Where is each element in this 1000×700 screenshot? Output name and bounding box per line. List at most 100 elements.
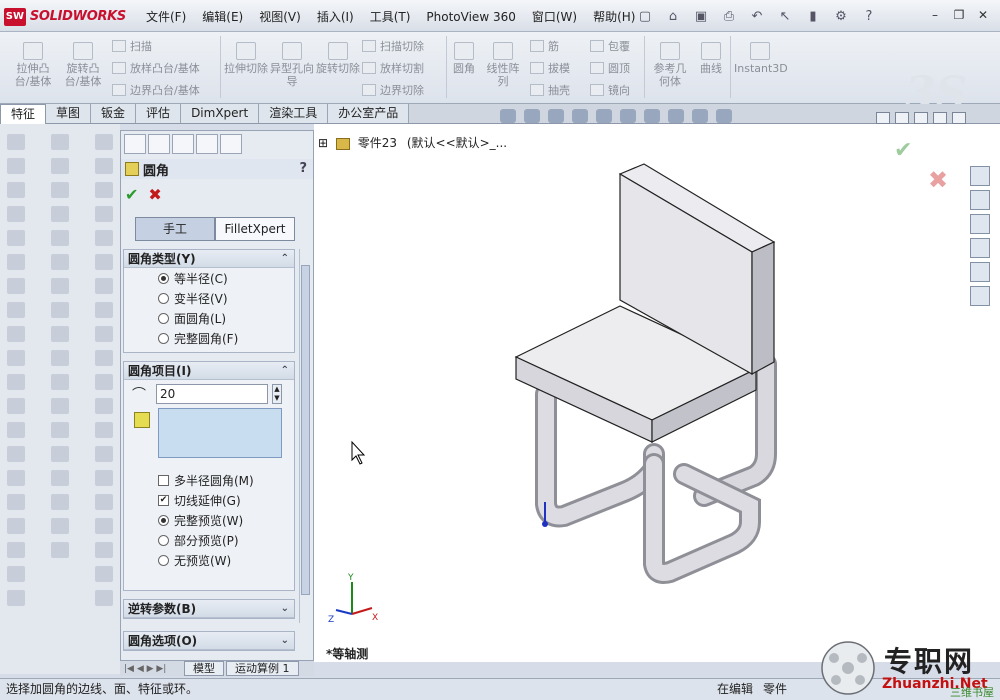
tool-icon[interactable] [7, 374, 25, 390]
tab-dimxpert[interactable]: DimXpert [181, 104, 260, 123]
tool-icon[interactable] [95, 230, 113, 246]
tool-icon[interactable] [95, 470, 113, 486]
cancel-x-icon[interactable]: ✖ [148, 185, 161, 204]
partial-preview-option[interactable]: 部分预览(P) [124, 530, 294, 550]
tool-icon[interactable] [7, 590, 25, 606]
group-header[interactable]: 圆角类型(Y) ⌃ [124, 250, 294, 268]
sweep-button[interactable]: 扫描 [112, 38, 152, 54]
tool-icon[interactable] [95, 590, 113, 606]
undo-icon[interactable]: ↶ [746, 6, 768, 26]
collapse-chevron-icon[interactable]: ⌃ [281, 362, 289, 380]
radius-input[interactable]: 20 [156, 384, 268, 404]
hide-show-icon[interactable] [644, 109, 660, 123]
tool-icon[interactable] [7, 134, 25, 150]
close-icon[interactable]: ✕ [973, 6, 993, 24]
tangent-propagation-option[interactable]: ✔ 切线延伸(G) [124, 490, 294, 510]
tool-icon[interactable] [51, 134, 69, 150]
tab-scroll-arrows[interactable]: |◀ ◀ ▶ ▶| [120, 664, 184, 674]
tool-icon[interactable] [51, 350, 69, 366]
tool-icon[interactable] [51, 254, 69, 270]
tool-icon[interactable] [51, 446, 69, 462]
full-round-option[interactable]: 完整圆角(F) [124, 328, 294, 348]
loft-button[interactable]: 放样凸台/基体 [112, 60, 200, 76]
appearances-icon[interactable] [970, 262, 990, 282]
edit-appearance-icon[interactable] [668, 109, 684, 123]
tool-icon[interactable] [7, 326, 25, 342]
ok-check-icon[interactable]: ✔ [125, 185, 138, 204]
tab-features[interactable]: 特征 [0, 104, 47, 125]
tool-icon[interactable] [7, 182, 25, 198]
group-header[interactable]: 圆角项目(I) ⌃ [124, 362, 294, 380]
loft-cut-button[interactable]: 放样切割 [362, 60, 424, 76]
filletxpert-mode-tab[interactable]: FilletXpert [215, 217, 295, 241]
revolve-boss-button[interactable]: 旋转凸台/基体 [60, 42, 106, 88]
rib-button[interactable]: 筋 [530, 38, 559, 54]
viewport-minimize-icon[interactable] [914, 112, 928, 124]
restore-icon[interactable]: ❐ [949, 6, 969, 24]
collapse-chevron-icon[interactable]: ⌃ [281, 250, 289, 268]
revolve-cut-button[interactable]: 旋转切除 [316, 42, 360, 75]
constant-radius-option[interactable]: 等半径(C) [124, 268, 294, 288]
tool-icon[interactable] [7, 158, 25, 174]
help-button[interactable]: ? [299, 161, 307, 176]
instant3d-button[interactable]: Instant3D [734, 42, 788, 75]
full-preview-option[interactable]: 完整预览(W) [124, 510, 294, 530]
tab-office-products[interactable]: 办公室产品 [328, 104, 410, 123]
view-settings-icon[interactable] [716, 109, 732, 123]
view-palette-icon[interactable] [970, 238, 990, 258]
hole-wizard-button[interactable]: 异型孔向导 [270, 42, 314, 88]
checkbox-checked[interactable]: ✔ [158, 494, 169, 506]
radio[interactable] [158, 312, 169, 324]
menu-edit[interactable]: 编辑(E) [194, 8, 251, 26]
boundary-cut-button[interactable]: 边界切除 [362, 82, 424, 98]
tool-icon[interactable] [51, 278, 69, 294]
tool-icon[interactable] [7, 446, 25, 462]
tool-icon[interactable] [7, 278, 25, 294]
tool-icon[interactable] [95, 254, 113, 270]
fillet-button[interactable]: 圆角 [450, 42, 478, 75]
dome-button[interactable]: 圆顶 [590, 60, 630, 76]
menu-photoview[interactable]: PhotoView 360 [418, 8, 523, 26]
tool-icon[interactable] [95, 326, 113, 342]
expand-icon[interactable]: ⊞ [318, 136, 328, 150]
tool-icon[interactable] [95, 566, 113, 582]
tool-icon[interactable] [51, 470, 69, 486]
open-icon[interactable]: ⌂ [662, 6, 684, 26]
curves-button[interactable]: 曲线 [694, 42, 728, 75]
tool-icon[interactable] [95, 278, 113, 294]
tool-icon[interactable] [95, 422, 113, 438]
tab-model[interactable]: 模型 [184, 661, 224, 676]
radio[interactable] [158, 292, 169, 304]
tool-icon[interactable] [95, 542, 113, 558]
radius-spinner[interactable]: ▲ ▼ [272, 384, 282, 404]
tab-sketch[interactable]: 草图 [46, 104, 92, 123]
tool-icon[interactable] [7, 230, 25, 246]
radio[interactable] [158, 534, 169, 546]
setback-group[interactable]: 逆转参数(B) ⌄ [123, 599, 295, 619]
scrollbar-thumb[interactable] [301, 265, 310, 595]
multi-radius-option[interactable]: 多半径圆角(M) [124, 470, 294, 490]
print-icon[interactable]: ⎙ [718, 6, 740, 26]
tool-icon[interactable] [7, 518, 25, 534]
tab-evaluate[interactable]: 评估 [136, 104, 182, 123]
tool-icon[interactable] [95, 134, 113, 150]
viewport-link-icon[interactable] [895, 112, 909, 124]
design-library-icon[interactable] [970, 190, 990, 210]
viewport-restore-icon[interactable] [933, 112, 947, 124]
options-icon[interactable]: ⚙ [830, 6, 852, 26]
confirm-corner-cancel-icon[interactable]: ✖ [928, 166, 948, 194]
radio[interactable] [158, 332, 169, 344]
radio-selected[interactable] [158, 514, 169, 526]
save-icon[interactable]: ▣ [690, 6, 712, 26]
new-icon[interactable]: ▢ [634, 6, 656, 26]
tool-icon[interactable] [51, 230, 69, 246]
mirror-button[interactable]: 镜向 [590, 82, 630, 98]
sweep-cut-button[interactable]: 扫描切除 [362, 38, 424, 54]
checkbox[interactable] [158, 474, 169, 486]
graphics-area[interactable] [314, 124, 1000, 662]
tool-icon[interactable] [95, 302, 113, 318]
tool-icon[interactable] [95, 182, 113, 198]
items-selection-box[interactable] [158, 408, 282, 458]
tool-icon[interactable] [95, 494, 113, 510]
display-manager-tab-icon[interactable] [220, 134, 242, 154]
